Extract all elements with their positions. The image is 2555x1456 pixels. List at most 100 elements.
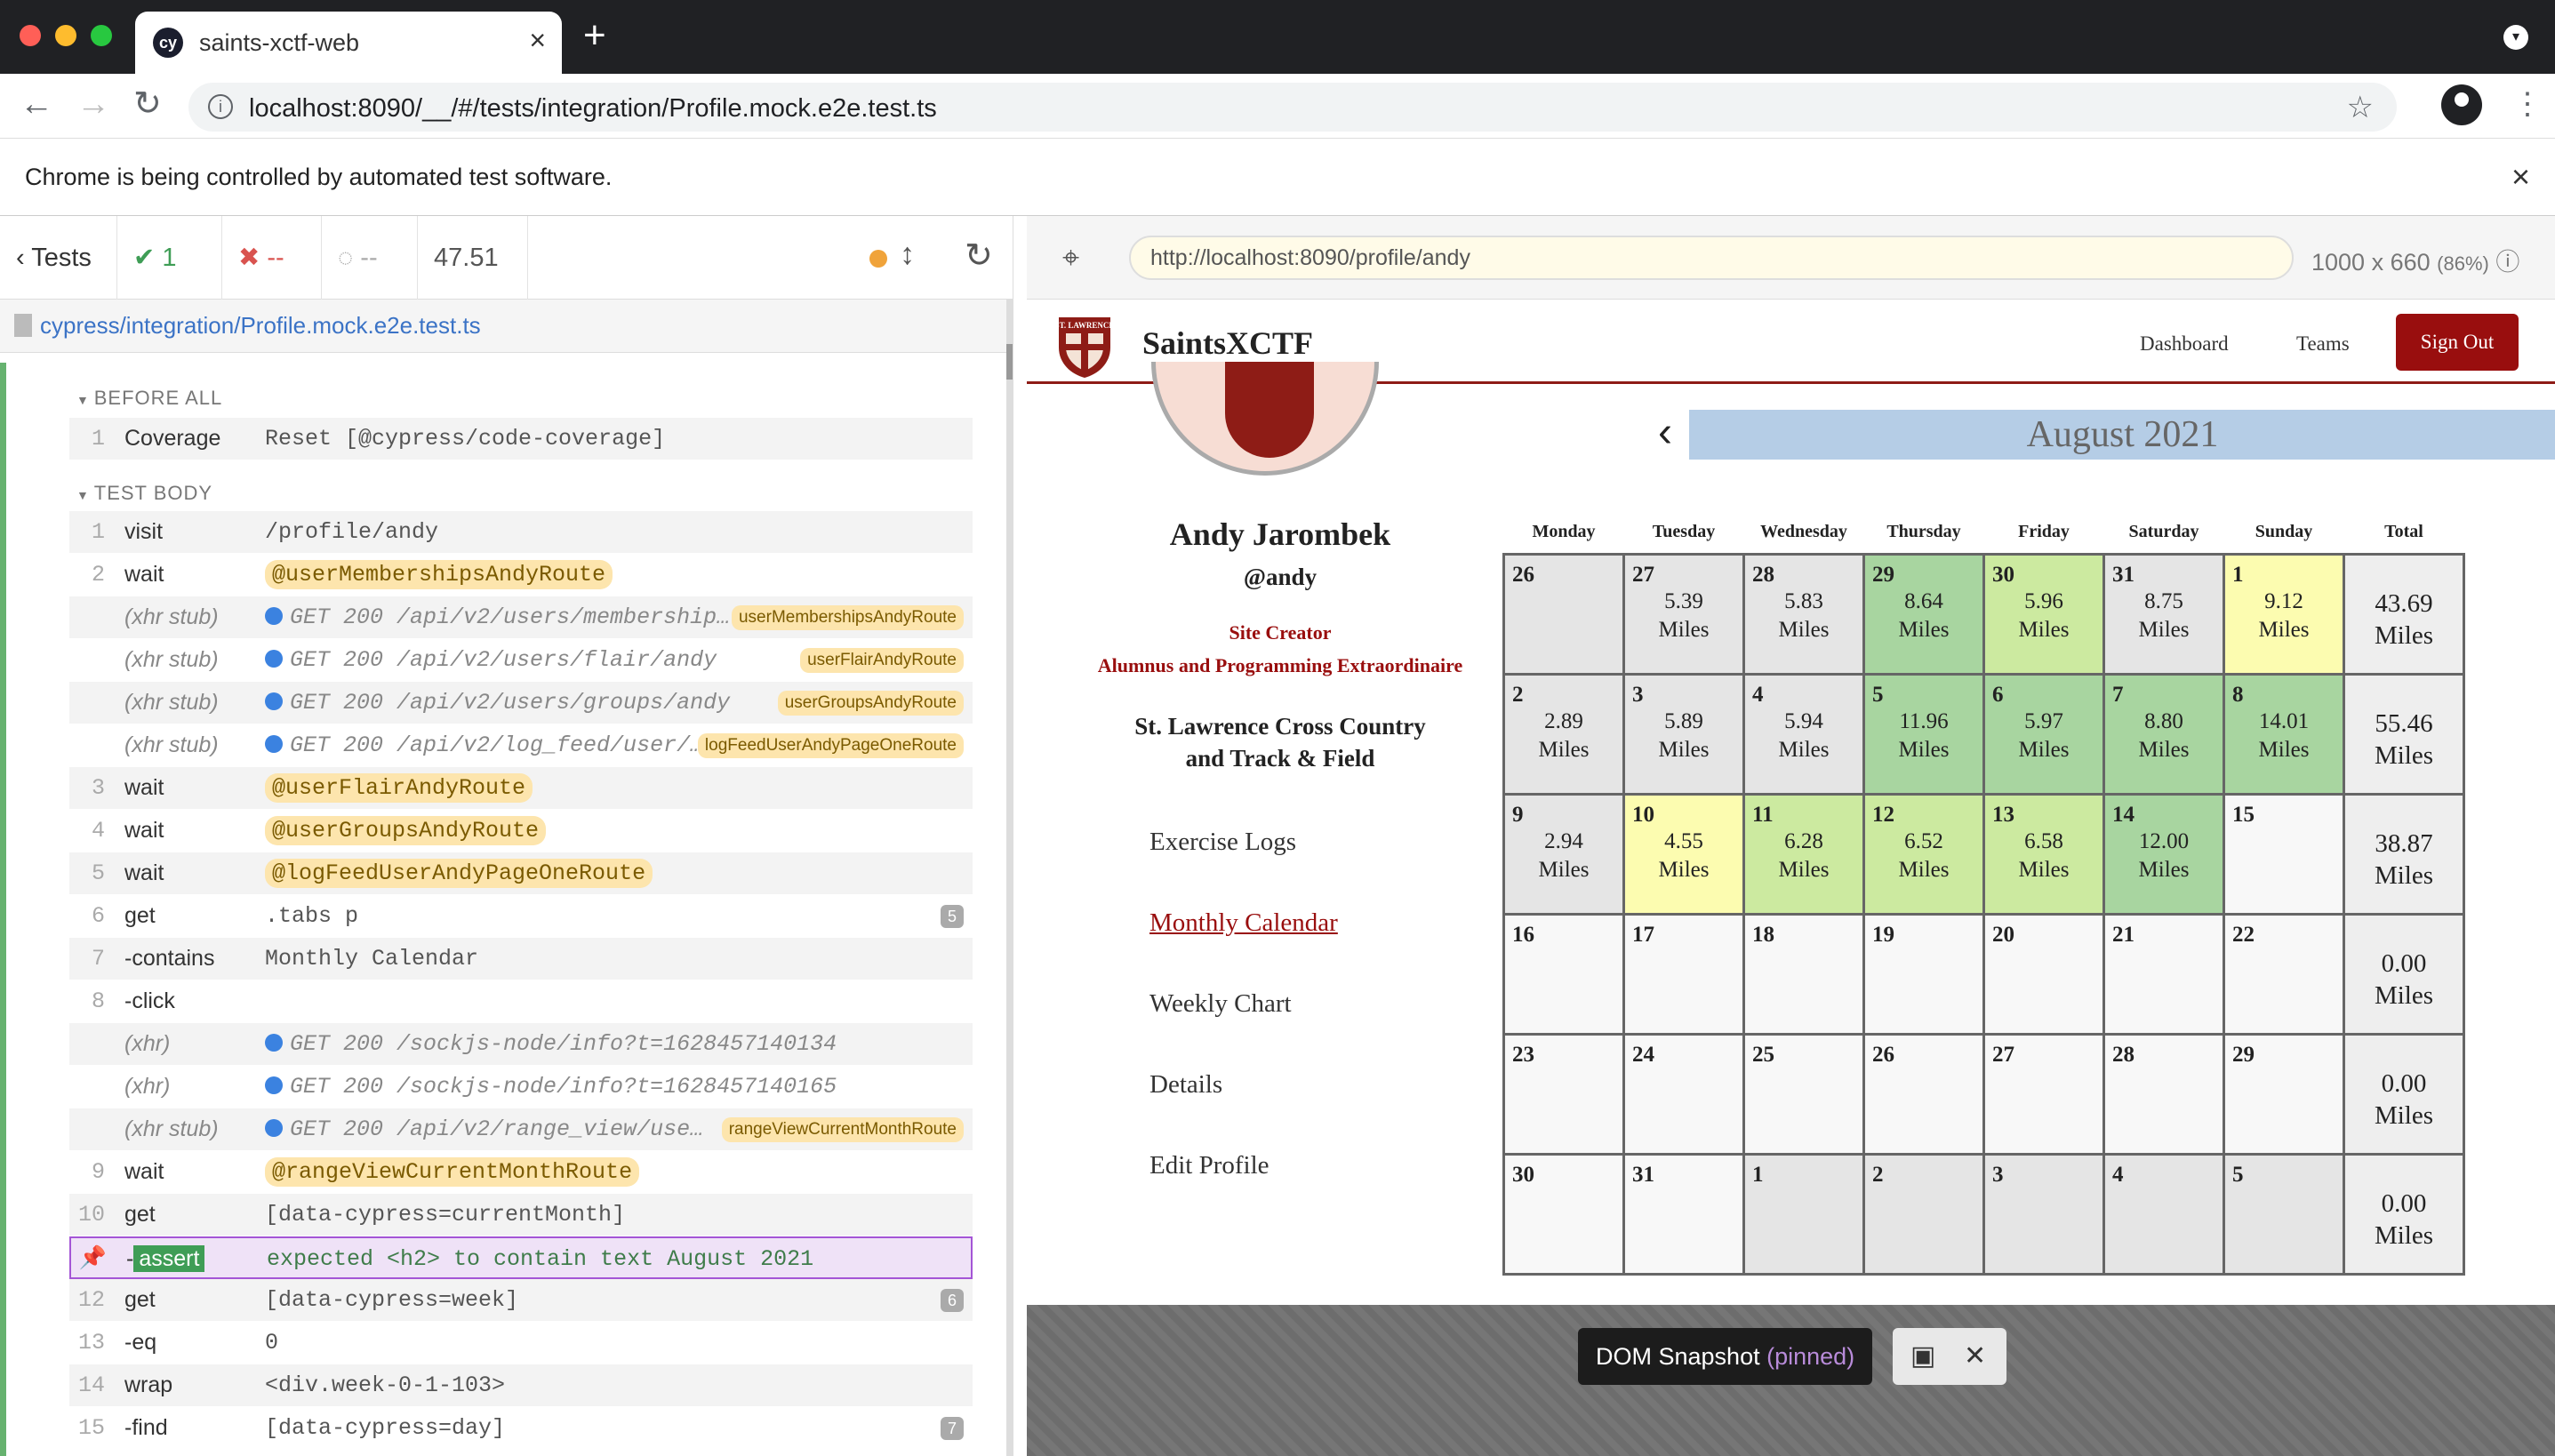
failed-count[interactable]: ✖ -- <box>222 216 322 300</box>
tests-back-button[interactable]: ‹ Tests <box>0 216 117 300</box>
command-row[interactable]: (xhr) GET 200 /sockjs-node/info?t=1628457… <box>69 1066 973 1108</box>
calendar-day[interactable]: 29 <box>2223 1032 2345 1156</box>
test-body-header[interactable]: TEST BODY <box>76 482 212 505</box>
command-row[interactable]: 7 -contains Monthly Calendar <box>69 938 973 980</box>
command-row[interactable]: 13 -eq 0 <box>69 1322 973 1364</box>
prev-month-icon[interactable]: ‹ <box>1658 408 1672 457</box>
calendar-day[interactable]: 14 12.00 Miles <box>2102 792 2225 916</box>
bookmark-star-icon[interactable]: ☆ <box>2347 90 2374 125</box>
command-row[interactable]: 14 wrap <div.week-0-1-103> <box>69 1364 973 1407</box>
browser-tab[interactable]: cy saints-xctf-web × <box>135 12 562 74</box>
command-row[interactable]: (xhr stub) GET 200 /api/v2/log_feed/user/… <box>69 724 973 767</box>
calendar-day[interactable]: 26 <box>1862 1032 1985 1156</box>
calendar-day[interactable]: 24 <box>1622 1032 1745 1156</box>
calendar-day[interactable]: 1 <box>1742 1152 1865 1276</box>
command-row[interactable]: (xhr stub) GET 200 /api/v2/users/flair/an… <box>69 639 973 682</box>
info-icon[interactable]: ⓘ <box>2495 249 2519 276</box>
scrollbar-thumb[interactable] <box>1006 344 1013 380</box>
calendar-day[interactable]: 6 5.97 Miles <box>1982 672 2105 796</box>
reload-icon[interactable]: ↻ <box>133 86 162 122</box>
calendar-day[interactable]: 28 5.83 Miles <box>1742 552 1865 676</box>
unpin-close-icon[interactable]: ✕ <box>1964 1340 1986 1372</box>
nav-teams-link[interactable]: Teams <box>2296 332 2350 356</box>
calendar-day[interactable]: 5 <box>2223 1152 2345 1276</box>
tab-details[interactable]: Details <box>1149 1070 1222 1100</box>
close-window-button[interactable] <box>20 25 41 46</box>
command-row[interactable]: 3 wait @userFlairAndyRoute <box>69 767 973 810</box>
calendar-day[interactable]: 29 8.64 Miles <box>1862 552 1985 676</box>
brand-name[interactable]: SaintsXCTF <box>1142 324 1313 362</box>
close-tab-icon[interactable]: × <box>529 24 546 57</box>
address-bar-url[interactable]: localhost:8090/__/#/tests/integration/Pr… <box>249 94 937 124</box>
calendar-day[interactable]: 28 <box>2102 1032 2225 1156</box>
tab-edit-profile[interactable]: Edit Profile <box>1149 1151 1269 1180</box>
rerun-icon[interactable]: ↻ <box>965 236 993 276</box>
calendar-day[interactable]: 30 <box>1502 1152 1625 1276</box>
calendar-day[interactable]: 3 5.89 Miles <box>1622 672 1745 796</box>
minimize-window-button[interactable] <box>55 25 76 46</box>
spec-path[interactable]: cypress/integration/Profile.mock.e2e.tes… <box>40 312 481 340</box>
calendar-day[interactable]: 18 <box>1742 912 1865 1036</box>
calendar-day[interactable]: 4 <box>2102 1152 2225 1276</box>
pending-count[interactable]: ◌ -- <box>322 216 418 300</box>
calendar-day[interactable]: 19 <box>1862 912 1985 1036</box>
calendar-day[interactable]: 9 2.94 Miles <box>1502 792 1625 916</box>
command-row[interactable]: 12 get [data-cypress=week] 6 <box>69 1279 973 1322</box>
calendar-day[interactable]: 27 5.39 Miles <box>1622 552 1745 676</box>
command-row[interactable]: 6 get .tabs p 5 <box>69 895 973 938</box>
st-lawrence-logo-icon[interactable]: ST. LAWRENCE <box>1046 308 1123 380</box>
zoom-window-button[interactable] <box>91 25 112 46</box>
assert-row[interactable]: 📌 - assert expected <h2> to contain text Au… <box>69 1236 973 1279</box>
nav-dashboard-link[interactable]: Dashboard <box>2140 332 2229 356</box>
calendar-day[interactable]: 4 5.94 Miles <box>1742 672 1865 796</box>
new-tab-icon[interactable]: + <box>583 16 606 55</box>
tab-search-chevron-icon[interactable]: ▾ <box>2503 25 2528 50</box>
auto-scroll-icon[interactable]: ↕ <box>900 237 915 272</box>
command-row[interactable]: (xhr stub) GET 200 /api/v2/range_view/use… <box>69 1108 973 1151</box>
profile-avatar-icon[interactable] <box>2441 84 2482 125</box>
calendar-day[interactable]: 23 <box>1502 1032 1625 1156</box>
calendar-day[interactable]: 27 <box>1982 1032 2105 1156</box>
calendar-day[interactable]: 1 9.12 Miles <box>2223 552 2345 676</box>
calendar-day[interactable]: 7 8.80 Miles <box>2102 672 2225 796</box>
command-row[interactable]: 4 wait @userGroupsAndyRoute <box>69 810 973 852</box>
calendar-day[interactable]: 20 <box>1982 912 2105 1036</box>
calendar-day[interactable]: 12 6.52 Miles <box>1862 792 1985 916</box>
command-row[interactable]: 8 -click <box>69 980 973 1023</box>
forward-arrow-icon[interactable]: → <box>76 86 110 122</box>
calendar-day[interactable]: 11 6.28 Miles <box>1742 792 1865 916</box>
calendar-day[interactable]: 15 <box>2223 792 2345 916</box>
calendar-day[interactable]: 10 4.55 Miles <box>1622 792 1745 916</box>
command-row[interactable]: 2 wait @userMembershipsAndyRoute <box>69 554 973 596</box>
calendar-day[interactable]: 26 <box>1502 552 1625 676</box>
command-row[interactable]: 15 -find [data-cypress=day] 7 <box>69 1407 973 1450</box>
address-bar[interactable]: i localhost:8090/__/#/tests/integration/… <box>188 83 2397 132</box>
calendar-day[interactable]: 22 <box>2223 912 2345 1036</box>
calendar-day[interactable]: 25 <box>1742 1032 1865 1156</box>
sign-out-button[interactable]: Sign Out <box>2396 314 2519 371</box>
command-row[interactable]: 10 get [data-cypress=currentMonth] <box>69 1194 973 1236</box>
command-row[interactable]: (xhr stub) GET 200 /api/v2/users/groups/a… <box>69 682 973 724</box>
profile-group[interactable]: St. Lawrence Cross Country and Track & F… <box>1116 710 1445 774</box>
back-arrow-icon[interactable]: ← <box>20 86 53 122</box>
tab-monthly-calendar[interactable]: Monthly Calendar <box>1149 908 1338 938</box>
calendar-day[interactable]: 30 5.96 Miles <box>1982 552 2105 676</box>
calendar-day[interactable]: 31 8.75 Miles <box>2102 552 2225 676</box>
highlight-toggle-icon[interactable]: ▣ <box>1910 1340 1935 1372</box>
passed-count[interactable]: ✔ 1 <box>117 216 222 300</box>
tab-weekly-chart[interactable]: Weekly Chart <box>1149 989 1292 1019</box>
calendar-day[interactable]: 16 <box>1502 912 1625 1036</box>
calendar-day[interactable]: 5 11.96 Miles <box>1862 672 1985 796</box>
calendar-day[interactable]: 31 <box>1622 1152 1745 1276</box>
before-all-header[interactable]: BEFORE ALL <box>76 387 222 410</box>
calendar-day[interactable]: 2 2.89 Miles <box>1502 672 1625 796</box>
selector-playground-icon[interactable]: ⌖ <box>1062 241 1079 276</box>
command-row[interactable]: 5 wait @logFeedUserAndyPageOneRoute <box>69 852 973 895</box>
calendar-day[interactable]: 8 14.01 Miles <box>2223 672 2345 796</box>
browser-menu-icon[interactable]: ⋮ <box>2512 86 2543 122</box>
calendar-day[interactable]: 21 <box>2102 912 2225 1036</box>
calendar-day[interactable]: 13 6.58 Miles <box>1982 792 2105 916</box>
reporter-scrollbar[interactable] <box>1006 300 1013 1456</box>
command-row[interactable]: (xhr stub) GET 200 /api/v2/users/membersh… <box>69 596 973 639</box>
command-row[interactable]: (xhr) GET 200 /sockjs-node/info?t=1628457… <box>69 1023 973 1066</box>
